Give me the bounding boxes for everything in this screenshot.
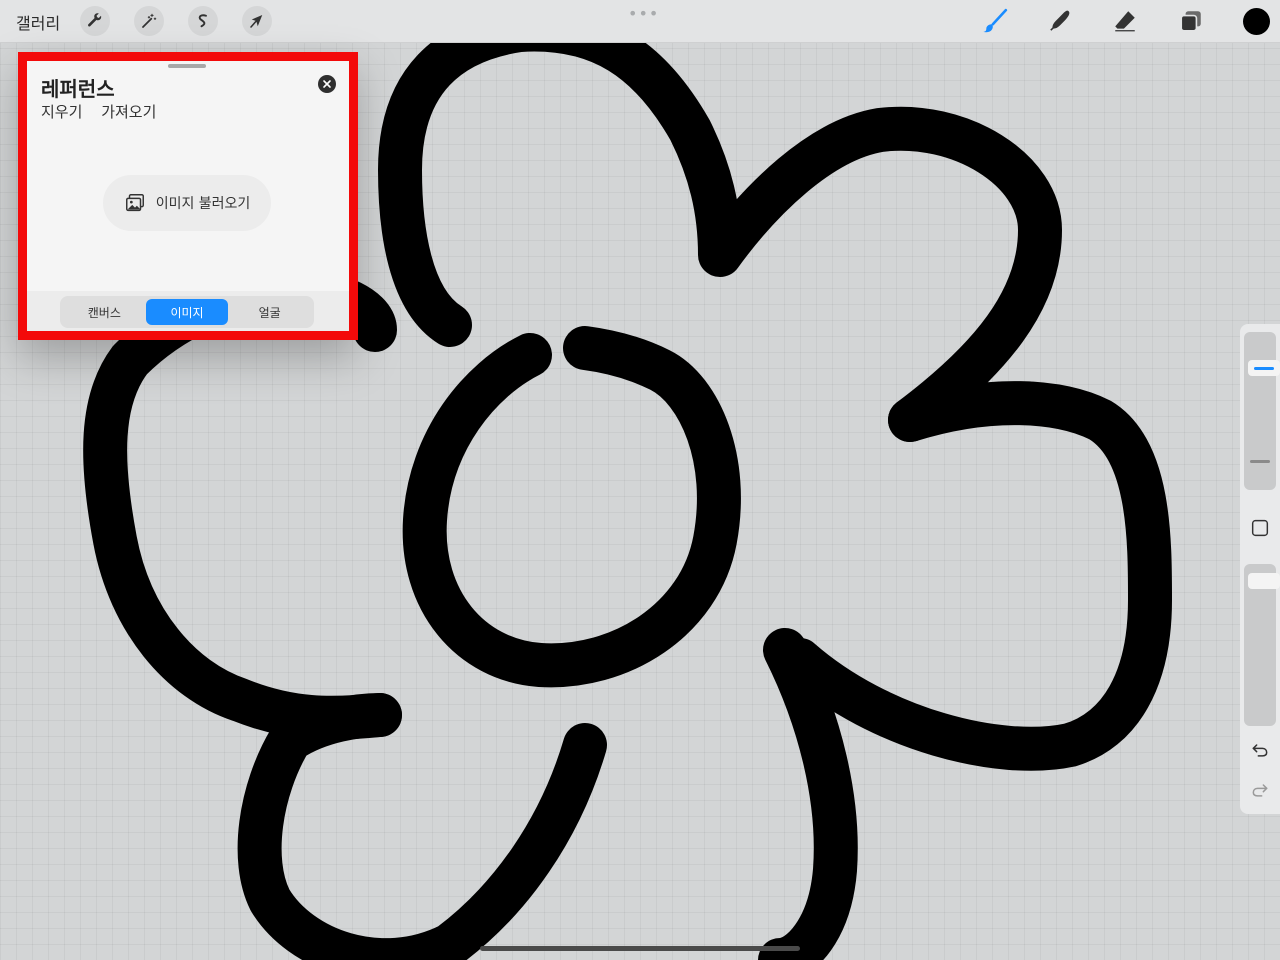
transform-arrow-icon[interactable] [242, 6, 272, 36]
petal-bottom-left [237, 693, 607, 960]
undo-icon[interactable] [1248, 738, 1272, 762]
size-marker [1250, 460, 1270, 463]
reference-mode-tabs: 캔버스 이미지 얼굴 [60, 296, 314, 328]
tab-face[interactable]: 얼굴 [228, 299, 311, 325]
reference-panel: 레퍼런스 지우기 가져오기 이미지 불러오기 캔버스 이미지 얼굴 [18, 52, 358, 340]
magic-wand-icon[interactable] [134, 6, 164, 36]
petal-bottom-right [758, 628, 858, 960]
panel-actions: 지우기 가져오기 [41, 101, 170, 122]
close-icon[interactable] [318, 75, 336, 93]
image-icon [125, 194, 144, 212]
opacity-slider[interactable] [1244, 564, 1280, 726]
tab-image[interactable]: 이미지 [145, 299, 229, 325]
redo-icon[interactable] [1248, 778, 1272, 802]
eraser-icon[interactable] [1110, 6, 1140, 36]
brush-size-slider[interactable] [1244, 332, 1280, 490]
brush-icon[interactable] [980, 6, 1010, 36]
tab-canvas[interactable]: 캔버스 [63, 299, 146, 325]
flower-center [402, 326, 741, 688]
side-bar [1240, 324, 1280, 814]
smudge-icon[interactable] [1045, 6, 1075, 36]
load-image-button[interactable]: 이미지 불러오기 [103, 175, 271, 231]
panel-drag-handle[interactable] [168, 64, 206, 68]
clear-button[interactable]: 지우기 [41, 103, 82, 121]
brush-size-thumb[interactable] [1248, 360, 1280, 377]
selection-icon[interactable] [188, 6, 218, 36]
color-picker-swatch[interactable] [1243, 8, 1270, 35]
panel-title: 레퍼런스 [41, 77, 115, 101]
petal-left [83, 268, 402, 740]
petal-right [778, 381, 1172, 771]
more-dots-handle[interactable]: ••• [628, 4, 659, 23]
wrench-icon[interactable] [80, 6, 110, 36]
layers-icon[interactable] [1176, 6, 1206, 36]
load-image-label: 이미지 불러오기 [155, 196, 251, 212]
home-indicator [480, 946, 800, 951]
import-button[interactable]: 가져오기 [101, 103, 156, 121]
top-toolbar: 갤러리 ••• [0, 0, 1280, 43]
gallery-button[interactable]: 갤러리 [16, 10, 60, 34]
modify-square-button[interactable] [1248, 516, 1272, 540]
opacity-thumb[interactable] [1248, 572, 1280, 589]
